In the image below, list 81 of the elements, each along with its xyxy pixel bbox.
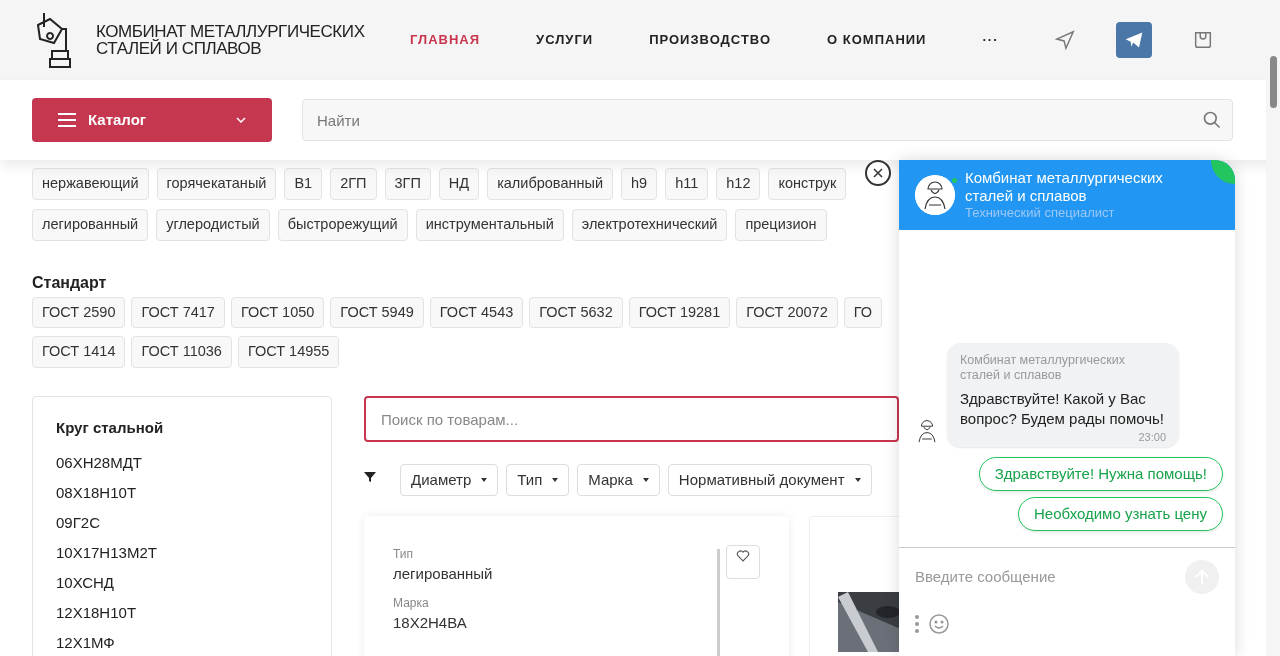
worker-avatar-icon [915, 175, 955, 215]
tag-chip[interactable]: ГОСТ 20072 [736, 296, 838, 329]
filter-icon[interactable] [364, 471, 376, 483]
caret-icon [854, 478, 861, 482]
more-vertical-icon[interactable] [915, 615, 919, 633]
message-time: 23:00 [1137, 429, 1166, 445]
tag-chip[interactable]: h9 [621, 168, 658, 200]
tag-chip[interactable]: 3ГП [384, 168, 431, 200]
product-search-field[interactable]: Поиск по товарам... [364, 396, 899, 442]
tag-chip[interactable]: ГОСТ 2590 [32, 296, 126, 329]
sidebar-item[interactable]: 08Х18Н10Т [56, 477, 308, 508]
sidebar-item[interactable]: 10Х17Н13М2Т [56, 537, 308, 568]
tag-chip[interactable]: h12 [716, 168, 761, 200]
filter-dropdown[interactable]: Тип [506, 464, 570, 496]
filter-dropdown[interactable]: Нормативный документ [667, 464, 872, 496]
section-title: Стандарт [32, 272, 108, 293]
tag-chip[interactable]: ГОСТ 19281 [628, 296, 731, 329]
tag-chip[interactable]: ГОСТ 14955 [237, 336, 340, 368]
tag-chip[interactable]: легированный [32, 208, 149, 241]
sidebar-title: Круг стальной [56, 418, 165, 438]
filter-dropdown[interactable]: Марка [577, 464, 660, 496]
filter-dropdown[interactable]: Диаметр [400, 464, 499, 496]
paper-plane-icon [1124, 30, 1145, 50]
sidebar-item[interactable]: 12Х1МФ [56, 627, 308, 656]
tag-chip[interactable]: быстрорежущий [277, 208, 408, 241]
close-icon [873, 168, 883, 178]
heart-icon [736, 550, 750, 562]
tag-chip[interactable]: калиброванный [487, 168, 613, 200]
nav-link[interactable]: О КОМПАНИИ [827, 30, 927, 50]
telegram-button[interactable] [1116, 22, 1153, 58]
tag-chip[interactable]: В1 [284, 168, 323, 200]
tag-chip[interactable]: электротехнический [571, 208, 728, 241]
tag-chip[interactable]: ГОСТ 4543 [429, 296, 524, 329]
field-value: легированный [393, 564, 494, 584]
message-input[interactable]: Введите сообщение [915, 565, 1185, 589]
logo-text: КОМБИНАТ МЕТАЛЛУРГИЧЕСКИХ [96, 23, 365, 40]
nav-link[interactable]: ГЛАВНАЯ [410, 30, 481, 50]
tag-chip[interactable]: ГО [843, 296, 883, 329]
tag-chip[interactable]: ГОСТ 5949 [330, 296, 424, 329]
favorite-button[interactable] [726, 545, 760, 579]
tag-chip[interactable]: нержавеющий [32, 168, 149, 200]
menu-icon [58, 113, 76, 127]
caret-icon [642, 478, 649, 482]
tag-chip[interactable]: ГОСТ 1414 [32, 336, 126, 368]
sidebar-item[interactable]: 10ХСНД [56, 567, 308, 598]
tag-chip[interactable]: ГОСТ 1050 [230, 296, 325, 329]
chat-subtitle: Технический специалист [965, 205, 1116, 221]
search-icon[interactable] [1202, 110, 1222, 130]
field-value: 18Х2Н4ВА [393, 612, 468, 633]
sidebar-item[interactable]: 09Г2С [56, 507, 308, 538]
message-text: Здравствуйте! Какой у Вас вопрос? Будем рады помочь! [960, 388, 1166, 429]
chevron-down-icon [236, 117, 246, 123]
tag-chip[interactable]: прецизион [735, 208, 827, 241]
tag-chip[interactable]: ГОСТ 11036 [131, 336, 232, 368]
message-sender: Комбинат металлургических сталей и сплавов [960, 352, 1126, 383]
location-arrow-icon[interactable] [1054, 29, 1077, 51]
tag-chip[interactable]: конструк [768, 168, 847, 200]
logo-text: СТАЛЕЙ И СПЛАВОВ [96, 40, 263, 57]
nav-link[interactable]: УСЛУГИ [536, 30, 594, 50]
tag-chip[interactable]: инструментальный [415, 208, 564, 241]
sidebar-item[interactable]: 06ХН28МДТ [56, 447, 308, 478]
catalog-button[interactable]: Каталог [32, 98, 272, 142]
tag-chip[interactable]: горячекатаный [156, 168, 277, 200]
tag-chip[interactable]: углеродистый [156, 208, 270, 241]
close-button[interactable] [865, 160, 891, 186]
smiley-icon[interactable] [929, 614, 949, 634]
caret-icon [552, 478, 559, 482]
field-label: Марка [393, 594, 430, 612]
chat-title: Комбинат металлургических сталей и сплавов [965, 169, 1164, 205]
caret-icon [481, 478, 488, 482]
field-label: Тип [393, 546, 414, 563]
tag-chip[interactable]: 2ГП [330, 168, 377, 200]
nav-link[interactable]: ПРОИЗВОДСТВО [649, 30, 772, 50]
search-field[interactable]: Найти [302, 99, 1233, 141]
tag-chip[interactable]: h11 [665, 168, 709, 200]
tag-chip[interactable]: ГОСТ 7417 [131, 296, 225, 329]
tag-chip[interactable]: НД [438, 168, 480, 200]
nav-link[interactable]: ··· [982, 30, 999, 50]
scrollbar-thumb[interactable] [1269, 56, 1277, 108]
sidebar-item[interactable]: 12Х18Н10Т [56, 597, 308, 628]
tag-chip[interactable]: ГОСТ 5632 [529, 296, 623, 329]
